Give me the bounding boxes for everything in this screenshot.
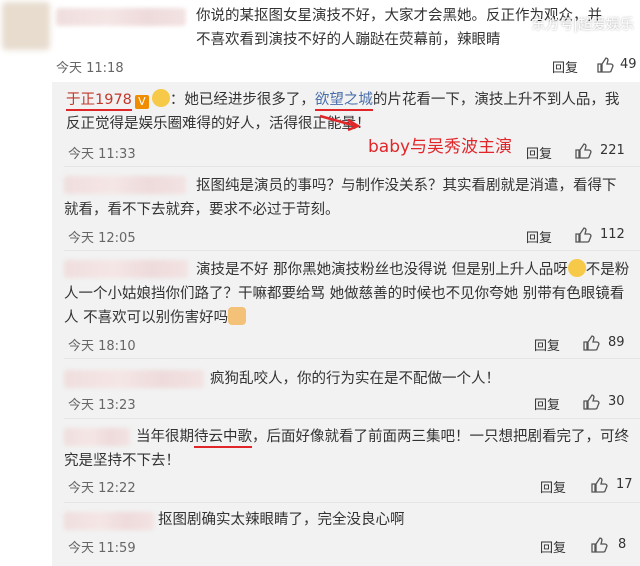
- thumbs-up-icon[interactable]: [596, 56, 614, 74]
- comment-body: ：她已经进步很多了，: [169, 92, 315, 108]
- comment-body: 抠图剧确实太辣眼睛了，完全没良心啊: [158, 512, 405, 528]
- thumbs-up-icon[interactable]: [574, 226, 592, 244]
- reply-button[interactable]: 回复: [526, 227, 552, 246]
- username-link[interactable]: 于正1978: [66, 92, 132, 111]
- reply-button[interactable]: 回复: [534, 335, 560, 354]
- topic-link[interactable]: 待云中歌: [194, 429, 252, 448]
- verified-badge-icon: V: [134, 95, 149, 109]
- comment-body: 当年很期: [136, 429, 194, 445]
- thumbs-up-icon[interactable]: [574, 142, 592, 160]
- emoji-icon: [228, 307, 247, 325]
- comment-text: 抠图剧确实太辣眼睛了，完全没良心啊: [158, 508, 628, 532]
- blurred-username: [64, 370, 204, 388]
- like-count: 89: [608, 335, 625, 350]
- comment-text: 演技是不好 那你黑她演技粉丝也没得说 但是别上升人品呀 不是粉 人一个小姑娘挡你们…: [64, 258, 630, 330]
- emoji-icon: [567, 259, 586, 277]
- red-arrow-annotation: [319, 114, 361, 132]
- comment-time: 今天 13:23: [68, 398, 136, 413]
- topic-link[interactable]: 欲望之城: [314, 92, 373, 111]
- comment-body: 抠图纯是演员的事吗？与制作没关系？其实看剧就是消遣，看得下就看，看不下去就弃，要…: [64, 178, 617, 218]
- comment-body: 演技是不好 那你黑她演技粉丝也没得说 但是别上升人品呀: [196, 262, 568, 278]
- comment-time: 今天 12:22: [68, 481, 136, 496]
- comment-text: 当年很期待云中歌，后面好像就看了前面两三集吧！一只想把剧看完了，可终究是坚持不下…: [64, 425, 630, 473]
- comment-time: 今天 11:33: [68, 147, 136, 162]
- reply-button[interactable]: 回复: [540, 537, 566, 556]
- thumbs-up-icon[interactable]: [590, 536, 608, 554]
- like-count: 221: [600, 143, 625, 158]
- like-count: 30: [608, 394, 625, 409]
- divider: [64, 358, 640, 359]
- comment-time: 今天 11:59: [68, 541, 136, 556]
- comment-text: 疯狗乱咬人，你的行为实在是不配做一个人！: [210, 367, 630, 391]
- comment-text: 抠图纯是演员的事吗？与制作没关系？其实看剧就是消遣，看得下就看，看不下去就弃，要…: [64, 174, 630, 222]
- comment-time: 今天 12:05: [68, 231, 136, 246]
- comment-body: 疯狗乱咬人，你的行为实在是不配做一个人！: [210, 371, 500, 387]
- thumbs-up-icon[interactable]: [582, 334, 600, 352]
- blurred-username: [56, 8, 186, 26]
- divider: [64, 250, 640, 251]
- blurred-username: [64, 512, 154, 530]
- reply-button[interactable]: 回复: [534, 394, 560, 413]
- like-count: 17: [616, 477, 633, 492]
- thumbs-up-icon[interactable]: [590, 476, 608, 494]
- comment-time: 今天 18:10: [68, 339, 136, 354]
- like-count: 49: [620, 57, 637, 72]
- annotation-text: baby与吴秀波主演: [368, 137, 513, 157]
- divider: [64, 166, 640, 167]
- reply-button[interactable]: 回复: [552, 57, 578, 76]
- divider: [64, 502, 640, 503]
- comment-time: 今天 11:18: [56, 61, 124, 76]
- like-count: 8: [618, 537, 627, 552]
- avatar[interactable]: [2, 2, 50, 50]
- emoji-icon: [151, 89, 170, 107]
- reply-button[interactable]: 回复: [526, 143, 552, 162]
- thumbs-up-icon[interactable]: [582, 393, 600, 411]
- reply-button[interactable]: 回复: [540, 477, 566, 496]
- like-count: 112: [600, 227, 625, 242]
- watermark: 东方号|超爱娱乐: [531, 17, 634, 33]
- divider: [64, 418, 640, 419]
